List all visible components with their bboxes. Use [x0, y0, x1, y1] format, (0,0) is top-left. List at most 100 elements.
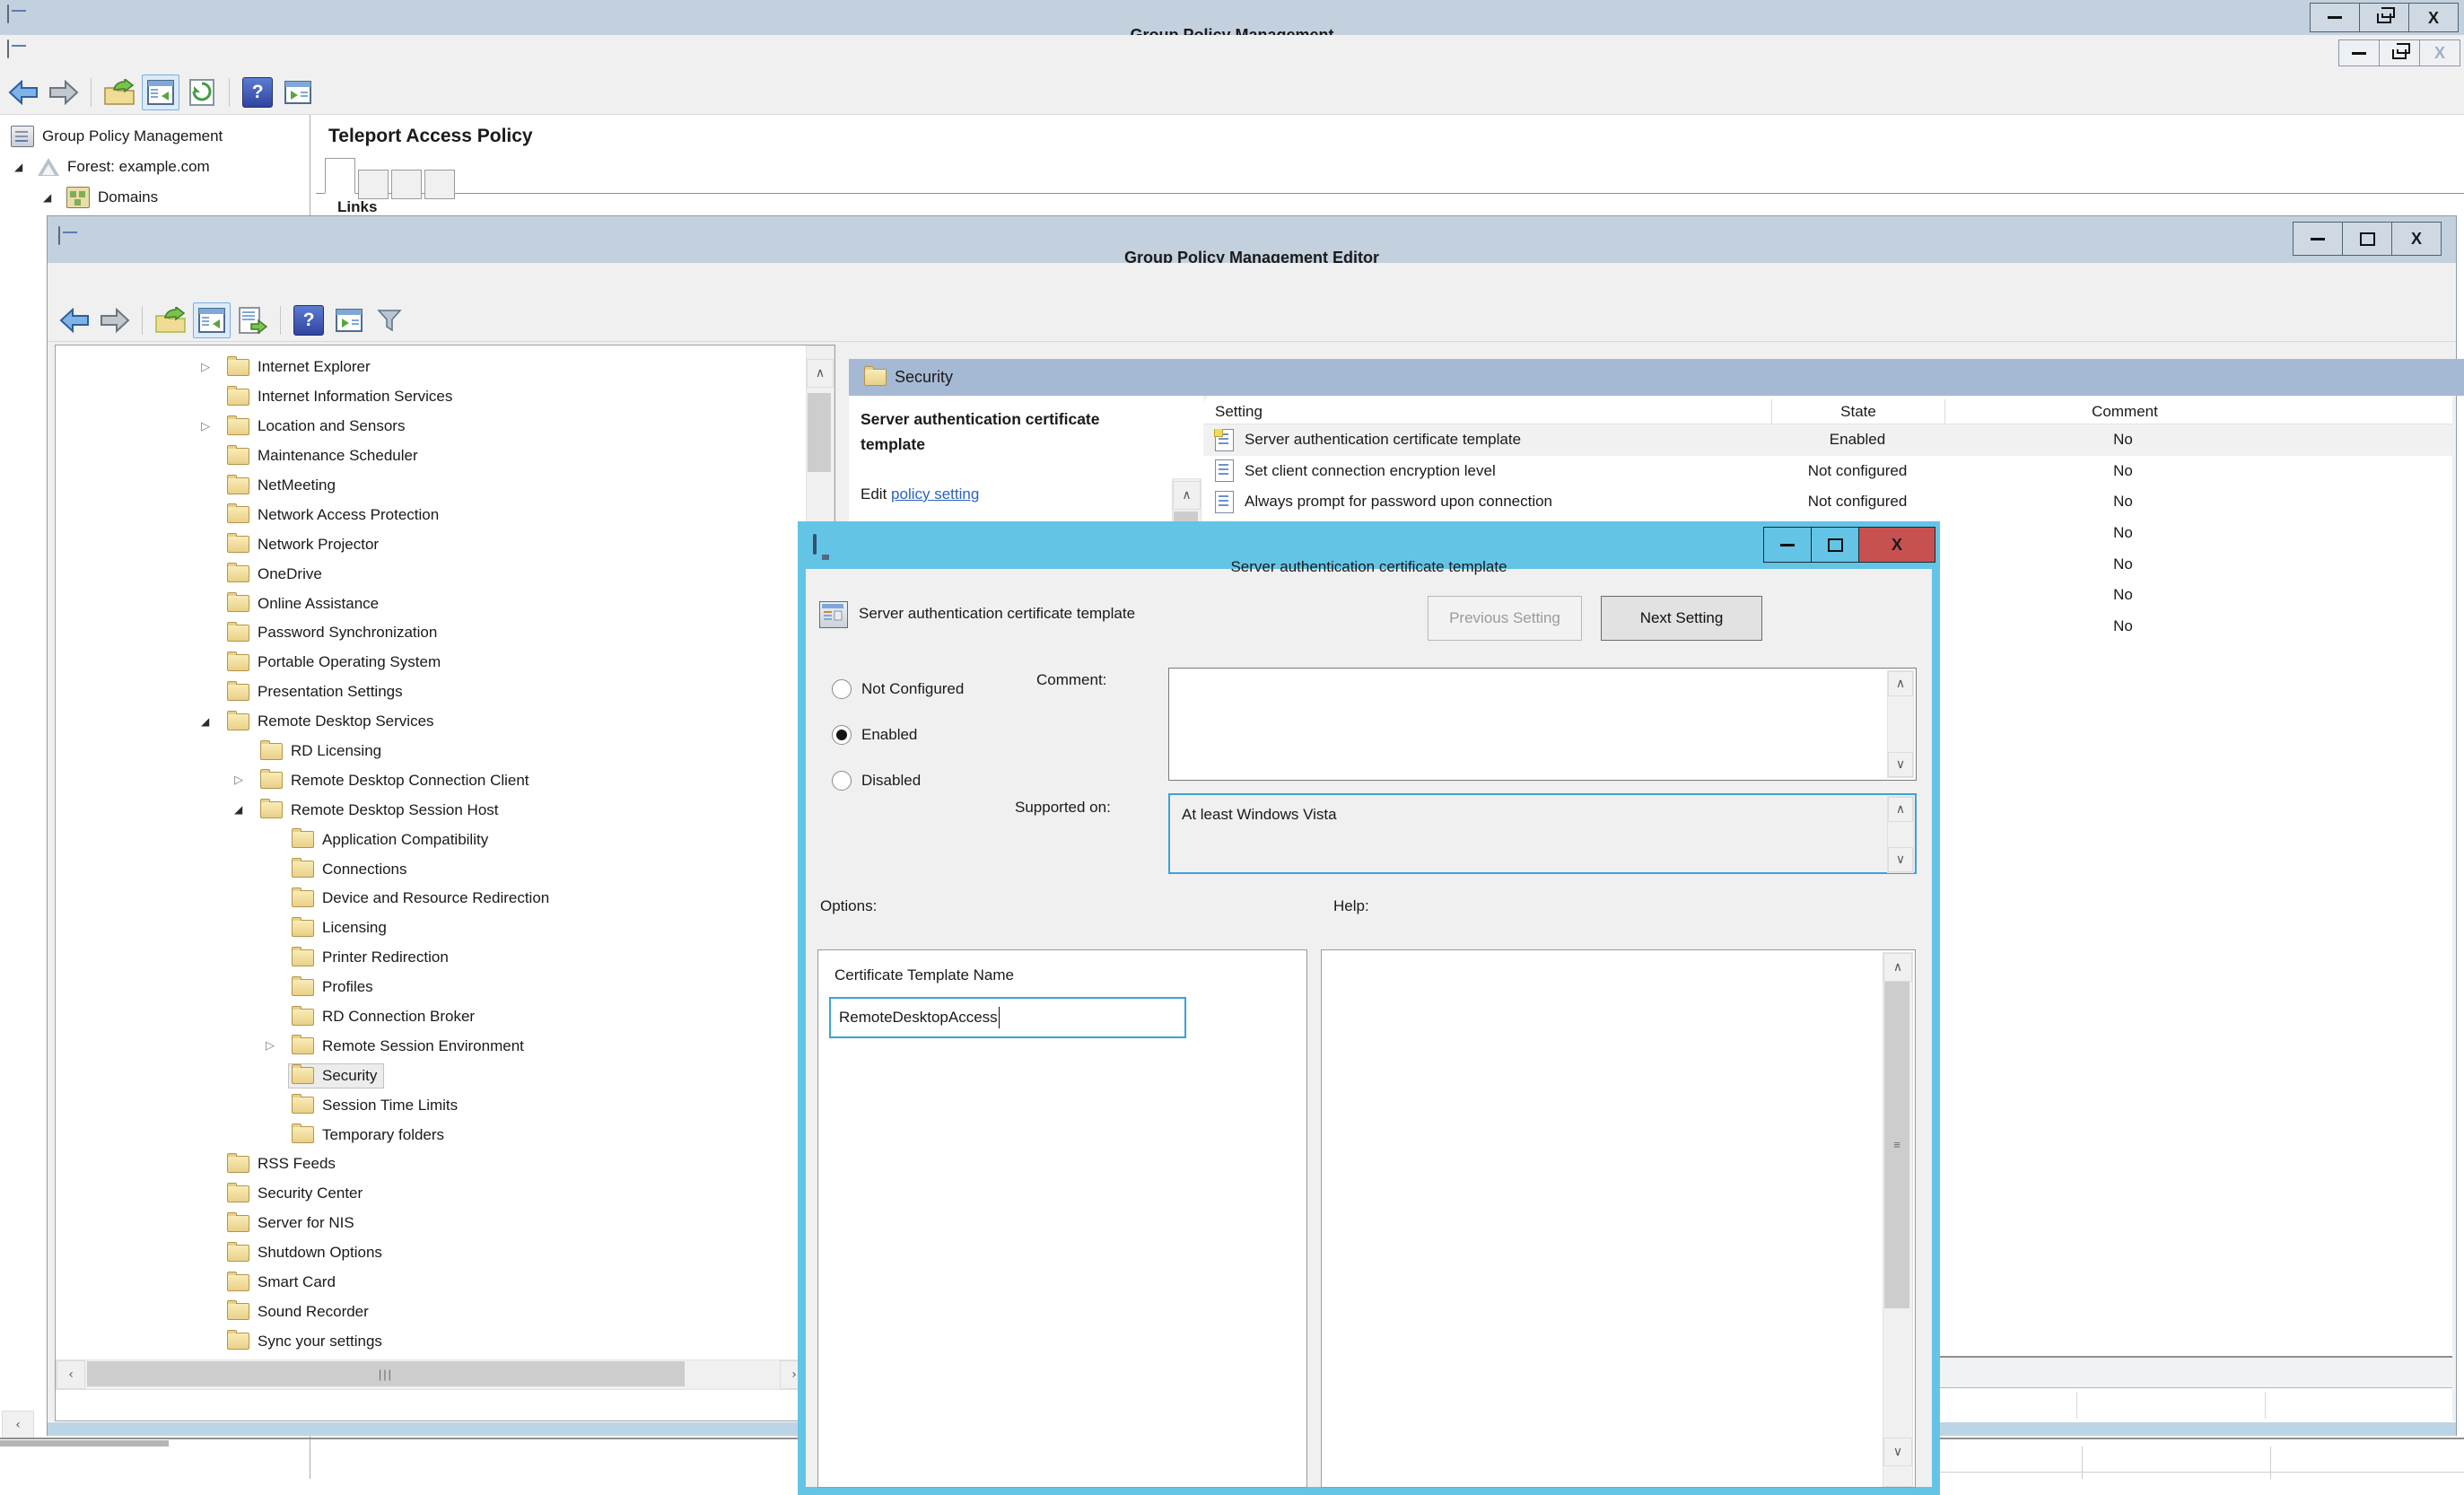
dialog-titlebar[interactable]: Server authentication certificate templa… — [806, 529, 1932, 569]
tree-item[interactable]: OneDrive — [56, 559, 807, 589]
previous-setting-button[interactable]: Previous Setting — [1428, 596, 1582, 641]
tree-item[interactable]: NetMeeting — [56, 471, 807, 501]
column-setting[interactable]: Setting — [1203, 403, 1771, 421]
vscroll-thumb[interactable] — [808, 393, 831, 472]
tree-item[interactable]: Sound Recorder — [56, 1298, 807, 1327]
tree-expander-icon[interactable] — [201, 420, 224, 433]
help-scrollbar[interactable]: ∧ ≡ ∨ — [1883, 952, 1913, 1487]
export-list-icon[interactable] — [235, 303, 271, 337]
tree-item[interactable]: RD Connection Broker — [56, 1002, 807, 1032]
filter-icon[interactable] — [371, 303, 407, 337]
scroll-down-icon[interactable]: ∨ — [1888, 847, 1913, 872]
scroll-down-icon[interactable]: ∨ — [1888, 752, 1913, 777]
show-dialog-icon[interactable] — [280, 75, 316, 109]
scroll-up-icon[interactable]: ∧ — [1888, 797, 1913, 822]
show-dialog-icon[interactable] — [331, 303, 367, 337]
tree-item[interactable]: Password Synchronization — [56, 618, 807, 648]
tree-item[interactable]: Presentation Settings — [56, 678, 807, 707]
table-row[interactable]: Set client connection encryption level N… — [1203, 456, 2452, 487]
tree-item[interactable]: Connections — [56, 854, 807, 884]
tab[interactable] — [424, 170, 455, 199]
help-icon[interactable]: ? — [291, 303, 327, 337]
tree-item[interactable]: Smart Card — [56, 1268, 807, 1298]
tree-item[interactable]: Online Assistance — [56, 589, 807, 618]
tree-item[interactable]: Session Time Limits — [56, 1090, 807, 1120]
tree-item[interactable]: Remote Session Environment — [56, 1031, 807, 1061]
show-window-icon[interactable] — [193, 302, 231, 338]
tree-expander-icon[interactable] — [234, 803, 258, 817]
scroll-left-icon[interactable]: ‹ — [57, 1360, 85, 1389]
scroll-down-icon[interactable]: ∨ — [1883, 1438, 1912, 1466]
close-button[interactable]: X — [2408, 3, 2459, 32]
export-folder-icon[interactable] — [153, 303, 188, 337]
tree-expander-icon[interactable] — [201, 361, 224, 374]
column-comment[interactable]: Comment — [1944, 399, 2304, 424]
tree-item[interactable]: Printer Redirection — [56, 943, 807, 973]
forward-icon[interactable] — [46, 75, 82, 109]
back-icon[interactable] — [5, 75, 41, 109]
export-folder-icon[interactable] — [101, 75, 137, 109]
certificate-template-name-input[interactable]: RemoteDesktopAccess — [829, 997, 1186, 1038]
supported-scrollbar[interactable]: ∧ ∨ — [1887, 796, 1914, 873]
help-scroll-thumb[interactable]: ≡ — [1884, 982, 1909, 1308]
tree-expander-icon[interactable] — [201, 715, 224, 729]
editor-maximize-button[interactable] — [2342, 222, 2392, 256]
tree-item[interactable]: Remote Desktop Connection Client — [56, 765, 807, 795]
hscroll-thumb[interactable]: ||| — [87, 1361, 685, 1386]
tree-item[interactable]: Network Access Protection — [56, 500, 807, 529]
table-row[interactable]: Server authentication certificate templa… — [1203, 424, 2452, 456]
dialog-maximize-button[interactable] — [1811, 527, 1859, 563]
tree-item[interactable]: Domains — [0, 182, 310, 213]
main-titlebar[interactable]: Group Policy Management X — [0, 0, 2464, 36]
forward-icon[interactable] — [97, 303, 133, 337]
scroll-up-icon[interactable]: ∧ — [1883, 953, 1912, 982]
tree-hscrollbar[interactable]: ‹ ||| › — [56, 1359, 809, 1390]
tree-item[interactable]: Security — [56, 1061, 807, 1090]
tree-item[interactable]: Server for NIS — [56, 1209, 807, 1238]
tree-item[interactable]: Remote Desktop Services — [56, 707, 807, 737]
scroll-up-icon[interactable]: ∧ — [1888, 671, 1913, 696]
radio-option[interactable]: Enabled — [832, 712, 964, 757]
tree-item[interactable]: Device and Resource Redirection — [56, 884, 807, 914]
main-tree-hscroll-left[interactable]: ‹ — [2, 1411, 34, 1439]
tree-item[interactable]: Network Projector — [56, 529, 807, 559]
editor-titlebar[interactable]: Group Policy Management Editor X — [48, 216, 2456, 264]
radio-option[interactable]: Not Configured — [832, 666, 964, 712]
tree-item[interactable]: Internet Information Services — [56, 382, 807, 412]
tree-item[interactable]: Profiles — [56, 973, 807, 1002]
tree-item[interactable]: Sync your settings — [56, 1326, 807, 1356]
radio-icon[interactable] — [832, 679, 852, 699]
radio-option[interactable]: Disabled — [832, 757, 964, 803]
table-row[interactable]: Always prompt for password upon connecti… — [1203, 486, 2452, 518]
tree-item[interactable]: RSS Feeds — [56, 1150, 807, 1179]
next-setting-button[interactable]: Next Setting — [1601, 596, 1762, 641]
tree-item[interactable]: Forest: example.com — [0, 152, 310, 182]
show-window-icon[interactable] — [142, 74, 179, 110]
comment-scrollbar[interactable]: ∧ ∨ — [1887, 670, 1914, 778]
tree-item[interactable]: Location and Sensors — [56, 412, 807, 442]
tree-item[interactable]: Licensing — [56, 914, 807, 943]
refresh-icon[interactable] — [184, 75, 220, 109]
minimize-button[interactable] — [2310, 3, 2360, 32]
scroll-up-icon[interactable]: ∧ — [1173, 481, 1201, 510]
tree-item[interactable]: Security Center — [56, 1179, 807, 1209]
tree-item[interactable]: Application Compatibility — [56, 825, 807, 854]
tab[interactable] — [358, 170, 389, 199]
restore-button[interactable] — [2359, 3, 2409, 32]
back-icon[interactable] — [57, 303, 92, 337]
child-close-button[interactable]: X — [2419, 39, 2460, 66]
radio-icon[interactable] — [832, 771, 852, 791]
tree-expander-icon[interactable] — [266, 1039, 289, 1053]
tree-expander-icon[interactable] — [234, 774, 258, 787]
child-restore-button[interactable] — [2379, 39, 2420, 66]
comment-textarea[interactable]: ∧ ∨ — [1168, 668, 1917, 781]
scroll-up-icon[interactable]: ∧ — [807, 359, 834, 388]
editor-minimize-button[interactable] — [2293, 222, 2343, 256]
tab[interactable] — [325, 158, 355, 194]
child-minimize-button[interactable] — [2338, 39, 2380, 66]
editor-close-button[interactable]: X — [2391, 222, 2442, 256]
radio-icon[interactable] — [832, 725, 852, 745]
column-state[interactable]: State — [1771, 399, 1944, 424]
tree-item[interactable]: Temporary folders — [56, 1120, 807, 1150]
supported-on-box[interactable]: At least Windows Vista ∧ ∨ — [1168, 793, 1917, 874]
